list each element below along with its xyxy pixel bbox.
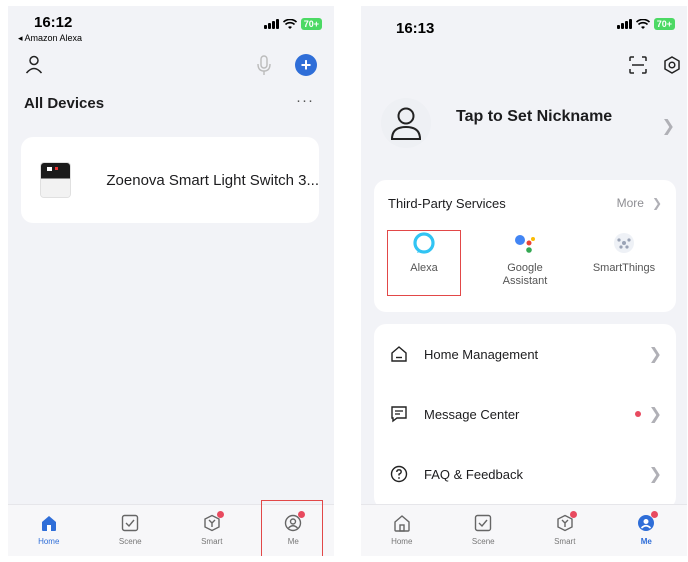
settings-icon[interactable] xyxy=(663,56,681,74)
message-icon xyxy=(391,406,407,423)
chevron-right-icon: ❯ xyxy=(648,466,662,483)
help-icon xyxy=(390,465,408,483)
battery-indicator: 70+ xyxy=(300,18,322,30)
add-icon[interactable]: + xyxy=(295,54,317,76)
nickname-label[interactable]: Tap to Set Nickname xyxy=(456,108,612,126)
tab-label: Smart xyxy=(201,537,223,546)
person-icon xyxy=(25,55,43,74)
device-card[interactable]: Zoenova Smart Light Switch 3... xyxy=(21,137,319,223)
profile-icon[interactable] xyxy=(24,54,44,74)
voice-button[interactable] xyxy=(256,54,272,76)
notification-dot xyxy=(216,511,224,518)
menu-item-message-center[interactable]: Message Center ❯ xyxy=(374,384,676,444)
section-title: All Devices xyxy=(24,95,105,112)
signal-icon xyxy=(616,19,632,29)
tab-home[interactable]: Home xyxy=(8,505,90,556)
chevron-right-icon: ❯ xyxy=(648,406,662,423)
tab-me[interactable]: Me xyxy=(606,505,688,556)
more-link[interactable]: More ❯ xyxy=(617,196,662,210)
more-label: More xyxy=(616,196,644,210)
tab-smart[interactable]: Smart xyxy=(171,505,253,556)
chevron-right-icon[interactable]: ❯ xyxy=(662,116,675,136)
tab-home[interactable]: Home xyxy=(361,505,443,556)
menu-item-faq-feedback[interactable]: FAQ & Feedback ❯ xyxy=(374,444,676,504)
menu-label: Home Management xyxy=(424,346,539,362)
status-icons: 70+ xyxy=(616,18,675,30)
chevron-right-icon: ❯ xyxy=(651,196,662,210)
me-screen: 16:13 70+ Tap to Set Nickname ❯ Third-Pa… xyxy=(361,6,687,556)
tab-bar: Home Scene Smart Me xyxy=(361,504,687,556)
more-options-button[interactable]: ··· xyxy=(296,92,314,109)
home-icon xyxy=(394,515,410,532)
menu-label: Message Center xyxy=(424,406,520,422)
tab-smart[interactable]: Smart xyxy=(524,505,606,556)
service-google-assistant[interactable]: Google Assistant xyxy=(477,232,573,288)
service-label: Google Assistant xyxy=(502,262,548,287)
signal-icon xyxy=(263,19,279,29)
wifi-icon xyxy=(282,18,297,29)
highlight-box-me-tab xyxy=(261,500,323,556)
tab-label: Scene xyxy=(471,537,495,546)
menu-item-home-management[interactable]: Home Management ❯ xyxy=(374,324,676,384)
service-label: SmartThings xyxy=(592,262,656,274)
notification-dot xyxy=(634,411,641,417)
notification-dot xyxy=(651,511,659,518)
google-assistant-icon xyxy=(515,235,535,253)
status-time: 16:12 xyxy=(34,14,73,31)
notification-dot xyxy=(569,511,577,518)
person-icon xyxy=(390,107,422,140)
menu-card: Home Management ❯ Message Center ❯ FAQ &… xyxy=(374,324,676,509)
tab-label: Home xyxy=(391,537,413,546)
tab-label: Home xyxy=(38,537,60,546)
tab-scene[interactable]: Scene xyxy=(90,505,172,556)
tab-scene[interactable]: Scene xyxy=(443,505,525,556)
status-time: 16:13 xyxy=(396,20,435,37)
third-party-services-card: Third-Party Services More ❯ Alexa Google … xyxy=(374,180,676,312)
menu-label: FAQ & Feedback xyxy=(424,466,523,482)
card-title: Third-Party Services xyxy=(388,196,506,211)
home-icon xyxy=(41,516,56,531)
tab-label: Scene xyxy=(118,537,142,546)
chevron-right-icon: ❯ xyxy=(648,346,662,363)
home-icon xyxy=(391,346,407,362)
back-to-app-link[interactable]: ◂ Amazon Alexa xyxy=(18,33,82,44)
scene-icon xyxy=(475,514,492,532)
device-name: Zoenova Smart Light Switch 3... xyxy=(106,171,319,189)
microphone-icon xyxy=(257,55,271,75)
wifi-icon xyxy=(635,18,650,29)
status-icons: 70+ xyxy=(263,18,322,30)
device-thumbnail xyxy=(41,163,71,197)
service-smartthings[interactable]: SmartThings xyxy=(576,232,672,275)
battery-indicator: 70+ xyxy=(653,18,675,30)
scan-icon[interactable] xyxy=(629,56,647,74)
home-screen: 16:12 ◂ Amazon Alexa 70+ + All Devices ·… xyxy=(8,6,334,556)
tab-label: Me xyxy=(640,537,652,546)
highlight-box-alexa xyxy=(387,230,461,296)
tab-label: Smart xyxy=(554,537,576,546)
smartthings-icon xyxy=(614,233,634,253)
avatar[interactable] xyxy=(381,98,431,148)
scene-icon xyxy=(122,514,139,532)
